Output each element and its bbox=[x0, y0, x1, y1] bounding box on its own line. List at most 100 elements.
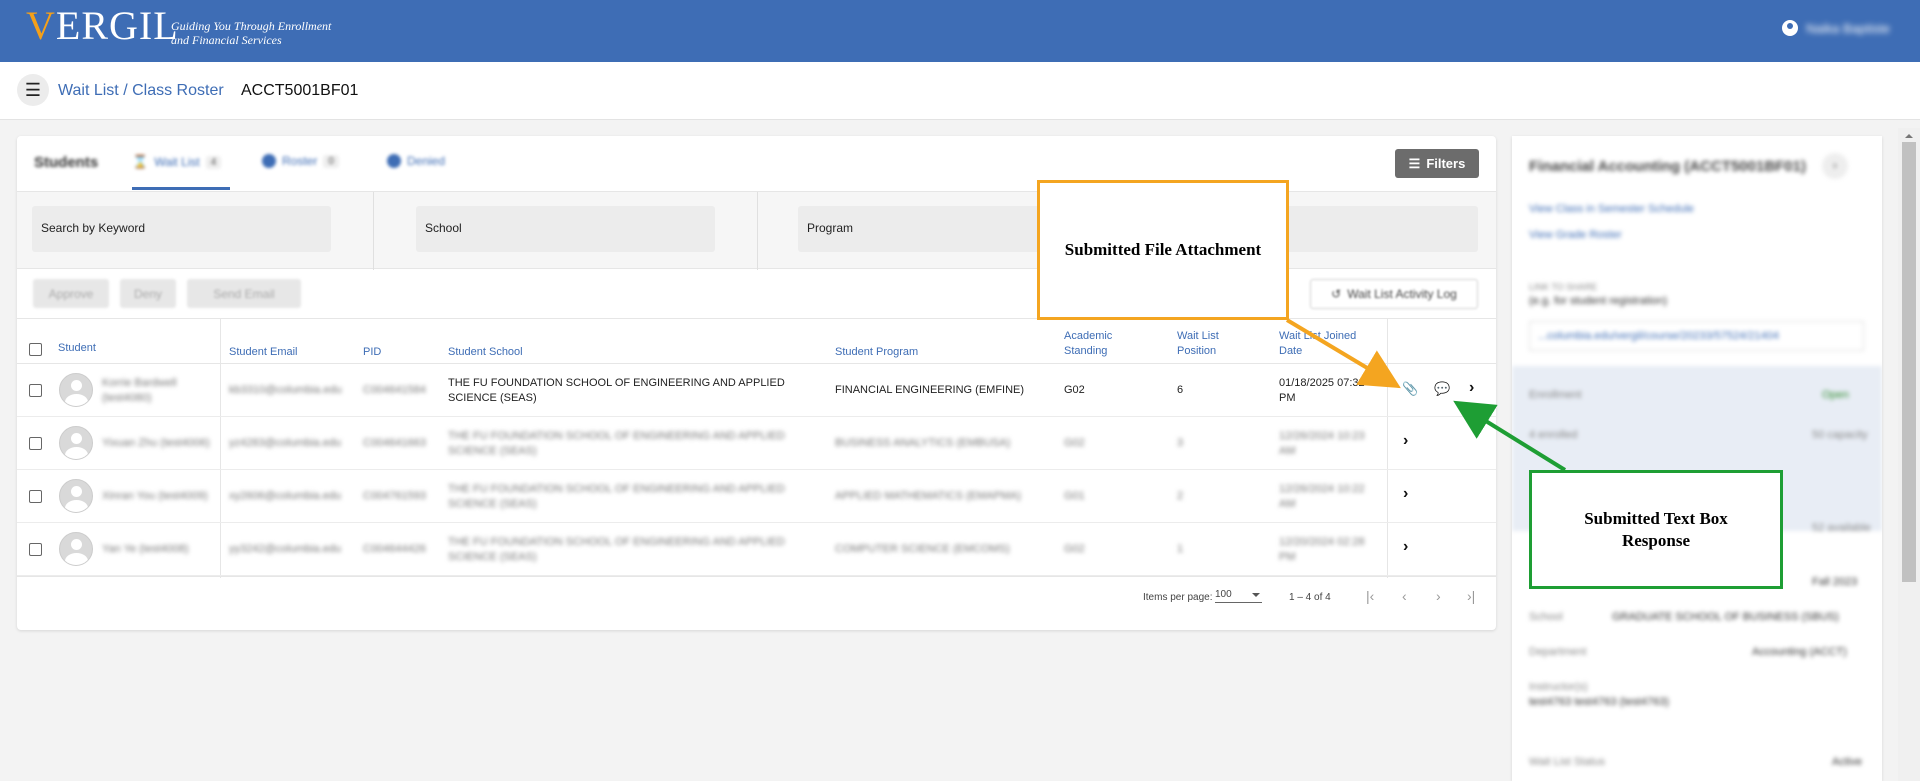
file-attachment-callout-text: Submitted File Attachment bbox=[1064, 240, 1262, 259]
table-header: Student Student Email PID Student School… bbox=[17, 318, 1496, 578]
enrollment-status: Open bbox=[1822, 389, 1849, 401]
table-row[interactable]: Korrie Bardwell (test4080) kb3310@columb… bbox=[17, 364, 1496, 417]
row-checkbox[interactable] bbox=[29, 437, 42, 450]
text-box-callout-text: Submitted Text Box Response bbox=[1584, 508, 1728, 552]
chevron-right-icon[interactable]: › bbox=[1403, 538, 1408, 556]
student-program: COMPUTER SCIENCE (EMCOMS) bbox=[835, 543, 1010, 555]
filters-label: Filters bbox=[1426, 156, 1466, 171]
tab-wait-list[interactable]: ⌛ Wait List 4 bbox=[132, 154, 222, 170]
student-program: BUSINESS ANALYTICS (EMBUSA) bbox=[835, 437, 1011, 449]
breadcrumb[interactable]: Wait List / Class Roster bbox=[58, 82, 224, 100]
col-school[interactable]: Student School bbox=[448, 345, 523, 360]
school-value: GRADUATE SCHOOL OF BUSINESS (SBUS) bbox=[1612, 611, 1839, 623]
capacity-count: 50 capacity bbox=[1812, 429, 1868, 441]
roster-icon bbox=[262, 154, 276, 168]
search-keyword-input[interactable]: Search by Keyword bbox=[32, 206, 331, 252]
department-label: Department bbox=[1529, 646, 1587, 658]
tab-roster[interactable]: Roster 0 bbox=[262, 154, 339, 168]
student-school-line2: SCIENCE (SEAS) bbox=[448, 498, 537, 510]
scroll-up-icon[interactable] bbox=[1905, 130, 1913, 138]
wait-list-position: 1 bbox=[1177, 543, 1184, 555]
share-url-field[interactable]: ...columbia.edu/vergil/course/20233/5752… bbox=[1529, 321, 1864, 351]
divider bbox=[757, 192, 758, 270]
tab-denied-label: Denied bbox=[407, 154, 446, 168]
tagline-line-1: Guiding You Through Enrollment bbox=[171, 19, 332, 33]
wait-list-position: 3 bbox=[1177, 437, 1184, 449]
panel-collapse-icon[interactable]: › bbox=[1822, 153, 1848, 179]
student-school: THE FU FOUNDATION SCHOOL OF ENGINEERING … bbox=[448, 482, 785, 512]
view-schedule-link[interactable]: View Class in Semester Schedule bbox=[1529, 203, 1694, 215]
next-page-icon[interactable]: › bbox=[1436, 588, 1441, 604]
department-value: Accounting (ACCT) bbox=[1752, 646, 1847, 658]
col-student[interactable]: Student bbox=[58, 341, 96, 356]
student-email: yy3242@columbia.edu bbox=[229, 543, 342, 555]
user-menu[interactable]: Naika Baptiste bbox=[1782, 20, 1890, 36]
activity-log-label: Wait List Activity Log bbox=[1347, 287, 1457, 301]
tab-denied[interactable]: Denied bbox=[387, 154, 445, 168]
col-academic-standing-line1: Academic bbox=[1064, 330, 1113, 342]
chevron-right-icon[interactable]: › bbox=[1469, 379, 1474, 397]
last-page-icon[interactable]: ›| bbox=[1467, 588, 1475, 604]
file-attachment-callout: Submitted File Attachment bbox=[1037, 180, 1289, 320]
col-wait-list-joined[interactable]: Wait List Joined Date bbox=[1279, 329, 1356, 359]
vergil-logo[interactable]: VERGIL bbox=[26, 2, 179, 49]
scrollbar-thumb[interactable] bbox=[1902, 142, 1916, 582]
tagline: Guiding You Through Enrollment and Finan… bbox=[171, 19, 331, 47]
student-email: yz4283@columbia.edu bbox=[229, 437, 342, 449]
chevron-right-icon[interactable]: › bbox=[1403, 432, 1408, 450]
comment-icon[interactable]: 💬 bbox=[1434, 381, 1450, 397]
col-pid[interactable]: PID bbox=[363, 345, 381, 360]
previous-page-icon[interactable]: ‹ bbox=[1402, 588, 1407, 604]
table-row[interactable]: Yan Ye (test4008) yy3242@columbia.edu C0… bbox=[17, 523, 1496, 576]
tab-roster-count: 0 bbox=[323, 154, 339, 168]
send-email-button[interactable]: Send Email bbox=[187, 279, 301, 308]
user-icon bbox=[1782, 20, 1799, 36]
student-school-line1: THE FU FOUNDATION SCHOOL OF ENGINEERING … bbox=[448, 483, 785, 495]
filters-button[interactable]: ☰ Filters bbox=[1395, 149, 1479, 178]
enrollment-label: Enrollment bbox=[1529, 389, 1582, 401]
enrolled-count: 4 enrolled bbox=[1529, 429, 1578, 441]
select-all-checkbox[interactable] bbox=[29, 343, 42, 356]
first-page-icon[interactable]: |‹ bbox=[1366, 588, 1374, 604]
history-icon: ↺ bbox=[1331, 287, 1342, 301]
text-box-callout-line1: Submitted Text Box bbox=[1584, 508, 1728, 528]
col-academic-standing[interactable]: Academic Standing bbox=[1064, 329, 1112, 359]
wait-list-joined: 12/26/2024 10:23 AM bbox=[1279, 429, 1365, 459]
user-name: Naika Baptiste bbox=[1806, 20, 1890, 36]
view-grade-roster-link[interactable]: View Grade Roster bbox=[1529, 229, 1622, 241]
text-box-callout: Submitted Text Box Response bbox=[1529, 470, 1783, 589]
col-email[interactable]: Student Email bbox=[229, 345, 297, 360]
row-checkbox[interactable] bbox=[29, 543, 42, 556]
col-joined-line2: Date bbox=[1279, 345, 1303, 357]
table-row[interactable]: Yixuan Zhu (test4006) yz4283@columbia.ed… bbox=[17, 417, 1496, 470]
student-program: APPLIED MATHEMATICS (EMAPMA) bbox=[835, 490, 1022, 502]
items-per-page-select[interactable]: 100 bbox=[1215, 589, 1262, 603]
table-row[interactable]: Xinran You (test4009) xy2606@columbia.ed… bbox=[17, 470, 1496, 523]
page-range: 1 – 4 of 4 bbox=[1289, 592, 1331, 603]
joined-line2: PM bbox=[1279, 392, 1296, 404]
col-program[interactable]: Student Program bbox=[835, 345, 918, 360]
scrollbar[interactable] bbox=[1898, 128, 1920, 781]
col-joined-line1: Wait List Joined bbox=[1279, 330, 1357, 342]
course-details-panel: Financial Accounting (ACCT5001BF01) › Vi… bbox=[1512, 136, 1882, 781]
student-name: Korrie Bardwell (test4080) bbox=[102, 376, 177, 406]
hamburger-menu-icon[interactable]: ☰ bbox=[17, 74, 49, 106]
row-checkbox[interactable] bbox=[29, 490, 42, 503]
paperclip-icon[interactable]: 📎 bbox=[1402, 381, 1418, 397]
col-wait-list-position[interactable]: Wait List Position bbox=[1177, 329, 1219, 359]
chevron-right-icon[interactable]: › bbox=[1403, 485, 1408, 503]
student-school-line2: SCIENCE (SEAS) bbox=[448, 392, 537, 404]
approve-button[interactable]: Approve bbox=[33, 279, 109, 308]
wait-list-joined: 12/26/2024 10:22 AM bbox=[1279, 482, 1365, 512]
logo-text: ERGIL bbox=[55, 3, 179, 48]
row-checkbox[interactable] bbox=[29, 384, 42, 397]
tagline-line-2: and Financial Services bbox=[171, 33, 282, 47]
student-school: THE FU FOUNDATION SCHOOL OF ENGINEERING … bbox=[448, 535, 785, 565]
col-academic-standing-line2: Standing bbox=[1064, 345, 1108, 357]
tab-roster-label: Roster bbox=[282, 154, 318, 168]
joined-line1: 12/26/2024 10:22 bbox=[1279, 483, 1365, 495]
school-select[interactable]: School bbox=[416, 206, 715, 252]
joined-line1: 12/20/2024 02:28 bbox=[1279, 536, 1365, 548]
wait-list-activity-log-button[interactable]: ↺ Wait List Activity Log bbox=[1310, 279, 1478, 309]
deny-button[interactable]: Deny bbox=[120, 279, 176, 308]
